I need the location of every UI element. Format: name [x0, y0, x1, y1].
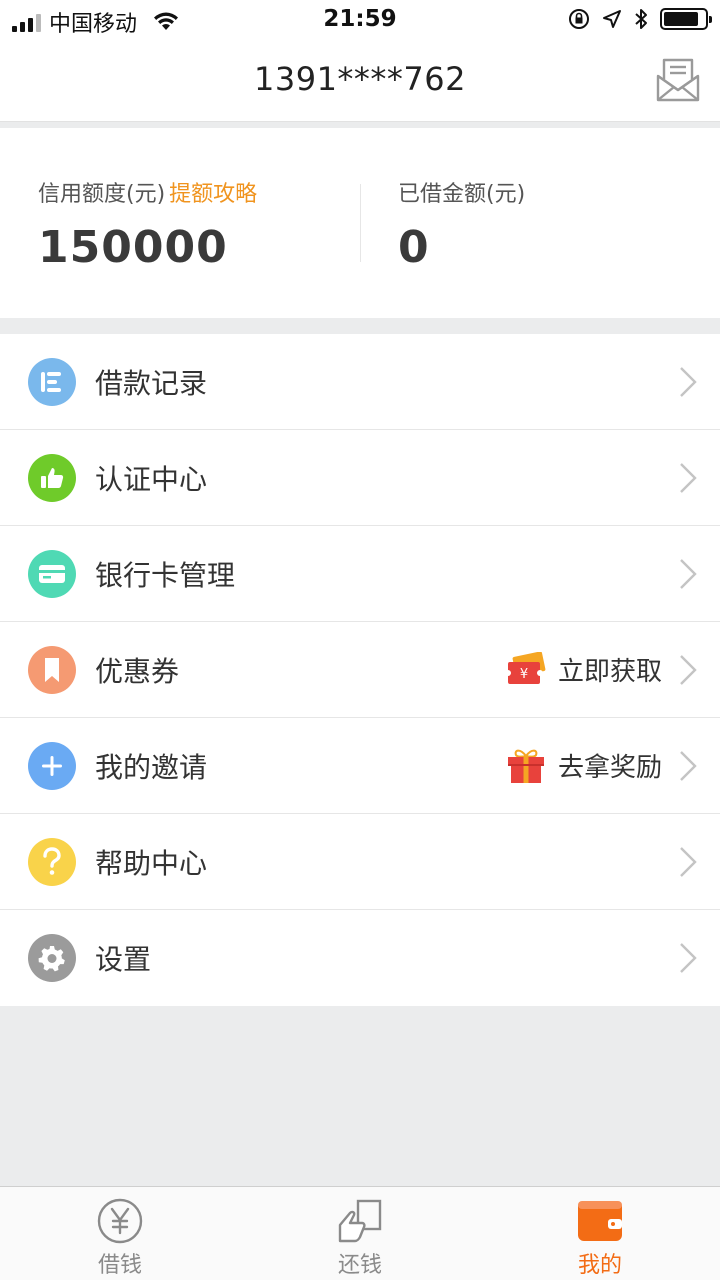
svg-text:¥: ¥: [520, 667, 528, 682]
menu-item-label: 优惠券: [95, 654, 180, 688]
tab-label: 我的: [577, 1253, 622, 1278]
menu-item-coupons[interactable]: 优惠券 ¥ 立即获取: [0, 622, 720, 718]
wifi-icon: [154, 12, 179, 30]
credit-limit-value: 150000: [38, 222, 228, 273]
thumbs-up-icon: [28, 454, 76, 502]
status-bar: 中国移动 21:59: [0, 0, 720, 40]
wallet-icon: [578, 1201, 622, 1241]
signal-icon: [12, 12, 41, 32]
borrowed-value: 0: [398, 222, 430, 273]
menu-item-label: 设置: [95, 943, 152, 976]
credit-limit-label: 信用额度(元): [38, 182, 166, 207]
coupon-cta[interactable]: ¥ 立即获取: [505, 651, 662, 688]
menu-item-label: 我的邀请: [95, 750, 208, 784]
menu-item-label: 银行卡管理: [95, 558, 236, 592]
menu-list: 借款记录 认证中心 银行卡管理 优惠券 ¥ 立即获取 我的邀请 去拿奖励 帮助中…: [0, 334, 720, 1006]
borrowed-label: 已借金额(元): [398, 182, 526, 207]
gift-icon: [507, 749, 544, 783]
question-icon: [28, 838, 76, 886]
carrier-name: 中国移动: [49, 12, 138, 37]
menu-item-help-center[interactable]: 帮助中心: [0, 814, 720, 910]
menu-item-label: 借款记录: [95, 366, 208, 400]
menu-item-label: 帮助中心: [95, 846, 208, 880]
chevron-right-icon: [680, 559, 697, 589]
borrowed-amount: 已借金额(元) 0: [398, 176, 525, 273]
menu-item-my-invitations[interactable]: 我的邀请 去拿奖励: [0, 718, 720, 814]
screen: 中国移动 21:59 1391****762 信用额度(元) 提额攻略 1500…: [0, 0, 720, 1280]
chevron-right-icon: [680, 367, 697, 397]
menu-item-verification-center[interactable]: 认证中心: [0, 430, 720, 526]
menu-item-label: 认证中心: [95, 462, 208, 496]
bookmark-icon: [28, 646, 76, 694]
yen-coin-icon: [97, 1198, 143, 1244]
invite-cta[interactable]: 去拿奖励: [506, 747, 662, 785]
list-icon: [28, 358, 76, 406]
tab-mine[interactable]: 我的: [480, 1187, 720, 1280]
credit-panel: 信用额度(元) 提额攻略 150000 已借金额(元) 0: [0, 128, 720, 318]
raise-limit-link[interactable]: 提额攻略: [169, 176, 257, 208]
chevron-right-icon: [680, 463, 697, 493]
chevron-right-icon: [680, 847, 697, 877]
tab-bar: 借钱 还钱 我的: [0, 1186, 720, 1280]
envelope-icon[interactable]: [654, 56, 702, 104]
bluetooth-icon: [635, 9, 647, 29]
tab-repay[interactable]: 还钱: [240, 1187, 480, 1280]
tab-label: 借钱: [97, 1253, 142, 1278]
card-icon: [28, 550, 76, 598]
menu-item-settings[interactable]: 设置: [0, 910, 720, 1006]
menu-item-loan-records[interactable]: 借款记录: [0, 334, 720, 430]
page-title: 1391****762: [253, 60, 466, 98]
chevron-right-icon: [680, 943, 697, 973]
header: 1391****762: [0, 40, 720, 122]
tab-borrow[interactable]: 借钱: [0, 1187, 240, 1280]
coupon-ticket-icon: ¥: [505, 651, 546, 684]
repay-hand-icon: [338, 1199, 382, 1243]
gear-icon: [28, 934, 76, 982]
status-left: 中国移动: [12, 6, 179, 38]
chevron-right-icon: [680, 751, 697, 781]
chevron-right-icon: [680, 655, 697, 685]
rotation-lock-icon: [569, 9, 589, 29]
plus-icon: [28, 742, 76, 790]
menu-item-bank-cards[interactable]: 银行卡管理: [0, 526, 720, 622]
tab-label: 还钱: [337, 1253, 382, 1278]
credit-divider: [360, 184, 361, 262]
coupon-cta-label: 立即获取: [557, 657, 662, 687]
location-icon: [603, 10, 621, 28]
battery-icon: [660, 8, 712, 30]
invite-cta-label: 去拿奖励: [557, 753, 662, 783]
status-right: [568, 8, 712, 30]
credit-limit: 信用额度(元) 提额攻略 150000: [38, 176, 257, 273]
